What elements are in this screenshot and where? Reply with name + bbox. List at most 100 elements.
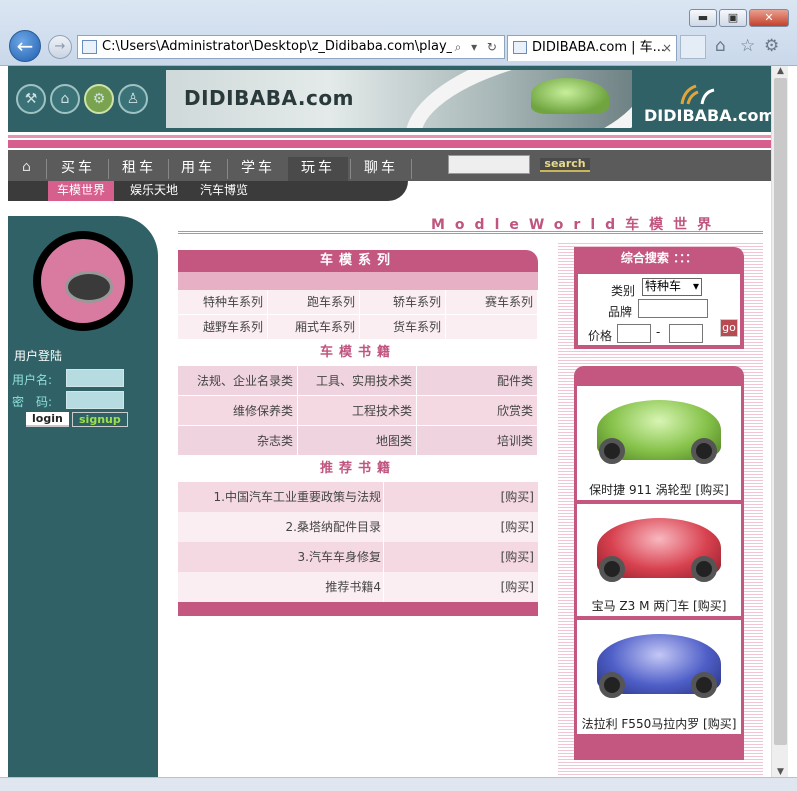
- buy-link[interactable]: [购买]: [383, 542, 538, 572]
- nav-item-rent[interactable]: 租车: [112, 157, 166, 181]
- price-separator: -: [656, 325, 661, 339]
- page-icon: [82, 40, 97, 54]
- book-category-engineering[interactable]: 工程技术类: [298, 396, 417, 426]
- go-button[interactable]: go: [720, 319, 738, 337]
- browser-tab[interactable]: DIDIBABA.com | 车... ×: [507, 35, 677, 61]
- book-category-parts[interactable]: 配件类: [417, 366, 538, 396]
- buy-link[interactable]: [购买]: [383, 512, 538, 542]
- model-series-grid: 特种车系列 跑车系列 轿车系列 赛车系列 越野车系列 厢式车系列 货车系列: [178, 290, 538, 340]
- site-banner: ⚒ ⌂ ⚙ ♙ DIDIBABA.com DIDIBABA.com: [8, 66, 771, 132]
- book-category-magazine[interactable]: 杂志类: [178, 426, 298, 456]
- sub-nav: 车模世界 娱乐天地 汽车博览: [8, 181, 408, 201]
- nav-item-learn[interactable]: 学车: [230, 157, 286, 181]
- right-column: 综合搜索 ：：： 类别 特种车 ▾ 品牌 价格 - go 保时捷 911 涡轮型…: [558, 241, 763, 777]
- close-window-button[interactable]: ✕: [749, 9, 789, 27]
- series-link-van[interactable]: 厢式车系列: [268, 315, 360, 340]
- username-input[interactable]: [66, 369, 124, 387]
- signup-button[interactable]: signup: [72, 412, 128, 427]
- nav-item-play[interactable]: 玩车: [288, 157, 348, 181]
- home-nav-icon[interactable]: ⌂: [50, 84, 80, 114]
- price-min-input[interactable]: [617, 324, 651, 343]
- new-tab-button[interactable]: [680, 35, 706, 59]
- book-category-tools[interactable]: 工具、实用技术类: [298, 366, 417, 396]
- banner-image: DIDIBABA.com: [166, 70, 632, 128]
- series-link-offroad[interactable]: 越野车系列: [178, 315, 268, 340]
- tab-title: DIDIBABA.com | 车...: [532, 40, 666, 55]
- series-link-sports[interactable]: 跑车系列: [268, 290, 360, 315]
- banner-site-text: DIDIBABA.com: [184, 86, 354, 110]
- subnav-item-car-expo[interactable]: 汽车博览: [191, 181, 257, 201]
- page-content: ⚒ ⌂ ⚙ ♙ DIDIBABA.com DIDIBABA.com ⌂ 买车 租…: [8, 66, 771, 777]
- book-title-link[interactable]: 推荐书籍4: [178, 572, 383, 602]
- car-image: [585, 624, 733, 706]
- buy-link[interactable]: [购买]: [383, 482, 538, 512]
- series-link-racing[interactable]: 赛车系列: [446, 290, 538, 315]
- brand-input[interactable]: [638, 299, 708, 318]
- signal-waves-icon: [680, 84, 715, 105]
- subnav-item-entertainment[interactable]: 娱乐天地: [121, 181, 187, 201]
- scroll-down-icon[interactable]: ▼: [772, 767, 789, 777]
- wrench-icon[interactable]: ⚒: [16, 84, 46, 114]
- browser-chrome: ▬ ▣ ✕ ← → C:\Users\Administrator\Desktop…: [0, 0, 797, 66]
- buy-link[interactable]: [购买]: [383, 572, 538, 602]
- title-underline: [178, 231, 763, 234]
- model-books-header: 车模书籍: [319, 345, 396, 360]
- scrollbar-thumb[interactable]: [774, 78, 787, 745]
- minimize-button[interactable]: ▬: [689, 9, 717, 27]
- left-sidebar: 用户登陆 用户名: 密 码: login signup: [8, 216, 158, 777]
- series-link-truck[interactable]: 货车系列: [360, 315, 446, 340]
- favorites-star-icon[interactable]: ☆: [740, 36, 755, 56]
- tab-close-icon[interactable]: ×: [662, 36, 672, 60]
- gear-icon[interactable]: ⚙: [764, 36, 779, 56]
- wheel-icon[interactable]: ⚙: [84, 84, 114, 114]
- price-max-input[interactable]: [669, 324, 703, 343]
- steering-wheel-image: [33, 231, 133, 331]
- nav-item-chat[interactable]: 聊车: [353, 157, 409, 181]
- site-logo[interactable]: DIDIBABA.com: [644, 84, 771, 125]
- price-label: 价格: [588, 329, 613, 343]
- category-label: 类别: [611, 284, 636, 298]
- book-title-link[interactable]: 1.中国汽车工业重要政策与法规: [178, 482, 383, 512]
- car-card[interactable]: 保时捷 911 涡轮型 [购买]: [577, 386, 741, 500]
- maximize-button[interactable]: ▣: [719, 9, 747, 27]
- book-category-appreciation[interactable]: 欣赏类: [417, 396, 538, 426]
- seat-icon[interactable]: ♙: [118, 84, 148, 114]
- home-icon[interactable]: ⌂: [715, 36, 726, 56]
- address-bar[interactable]: C:\Users\Administrator\Desktop\z_Didibab…: [77, 35, 505, 59]
- category-select[interactable]: 特种车 ▾: [642, 278, 702, 296]
- car-card[interactable]: 宝马 Z3 M 两门车 [购买]: [577, 504, 741, 616]
- back-button[interactable]: ←: [9, 30, 41, 62]
- address-tools-icon[interactable]: ⌕ ▾ ↻: [451, 36, 500, 58]
- nav-item-buy[interactable]: 买车: [50, 157, 106, 181]
- forward-button[interactable]: →: [48, 35, 72, 59]
- scroll-up-icon[interactable]: ▲: [772, 66, 789, 76]
- model-books-grid: 法规、企业名录类 工具、实用技术类 配件类 维修保养类 工程技术类 欣赏类 杂志…: [178, 366, 538, 456]
- subnav-item-model-world[interactable]: 车模世界: [48, 181, 115, 201]
- car-caption[interactable]: 宝马 Z3 M 两门车 [购买]: [577, 597, 741, 614]
- main-nav: ⌂ 买车 租车 用车 学车 玩车 聊车 search: [8, 150, 771, 181]
- nav-item-use[interactable]: 用车: [171, 157, 225, 181]
- search-input[interactable]: [448, 155, 530, 174]
- book-category-training[interactable]: 培训类: [417, 426, 538, 456]
- book-title-link[interactable]: 3.汽车车身修复: [178, 542, 383, 572]
- nav-home-icon[interactable]: ⌂: [22, 160, 36, 174]
- book-title-link[interactable]: 2.桑塔纳配件目录: [178, 512, 383, 542]
- car-caption[interactable]: 法拉利 F550马拉内罗 [购买]: [577, 715, 741, 732]
- car-panel: 保时捷 911 涡轮型 [购买] 宝马 Z3 M 两门车 [购买] 法拉利 F5…: [574, 366, 744, 760]
- password-input[interactable]: [66, 391, 124, 409]
- recommended-books-footer: [178, 602, 538, 616]
- book-category-regulations[interactable]: 法规、企业名录类: [178, 366, 298, 396]
- pink-divider: [8, 132, 771, 148]
- book-category-map[interactable]: 地图类: [298, 426, 417, 456]
- login-button[interactable]: login: [26, 412, 69, 427]
- car-card[interactable]: 法拉利 F550马拉内罗 [购买]: [577, 620, 741, 734]
- vertical-scrollbar[interactable]: ▲ ▼: [771, 66, 788, 777]
- series-link-special[interactable]: 特种车系列: [178, 290, 268, 315]
- recommended-books-list: 1.中国汽车工业重要政策与法规 [购买] 2.桑塔纳配件目录 [购买] 3.汽车…: [178, 482, 538, 602]
- car-caption[interactable]: 保时捷 911 涡轮型 [购买]: [577, 481, 741, 498]
- series-link-sedan[interactable]: 轿车系列: [360, 290, 446, 315]
- model-series-header: 车模系列: [178, 250, 538, 272]
- search-button[interactable]: search: [540, 158, 590, 172]
- book-category-maintenance[interactable]: 维修保养类: [178, 396, 298, 426]
- car-image: [585, 390, 733, 472]
